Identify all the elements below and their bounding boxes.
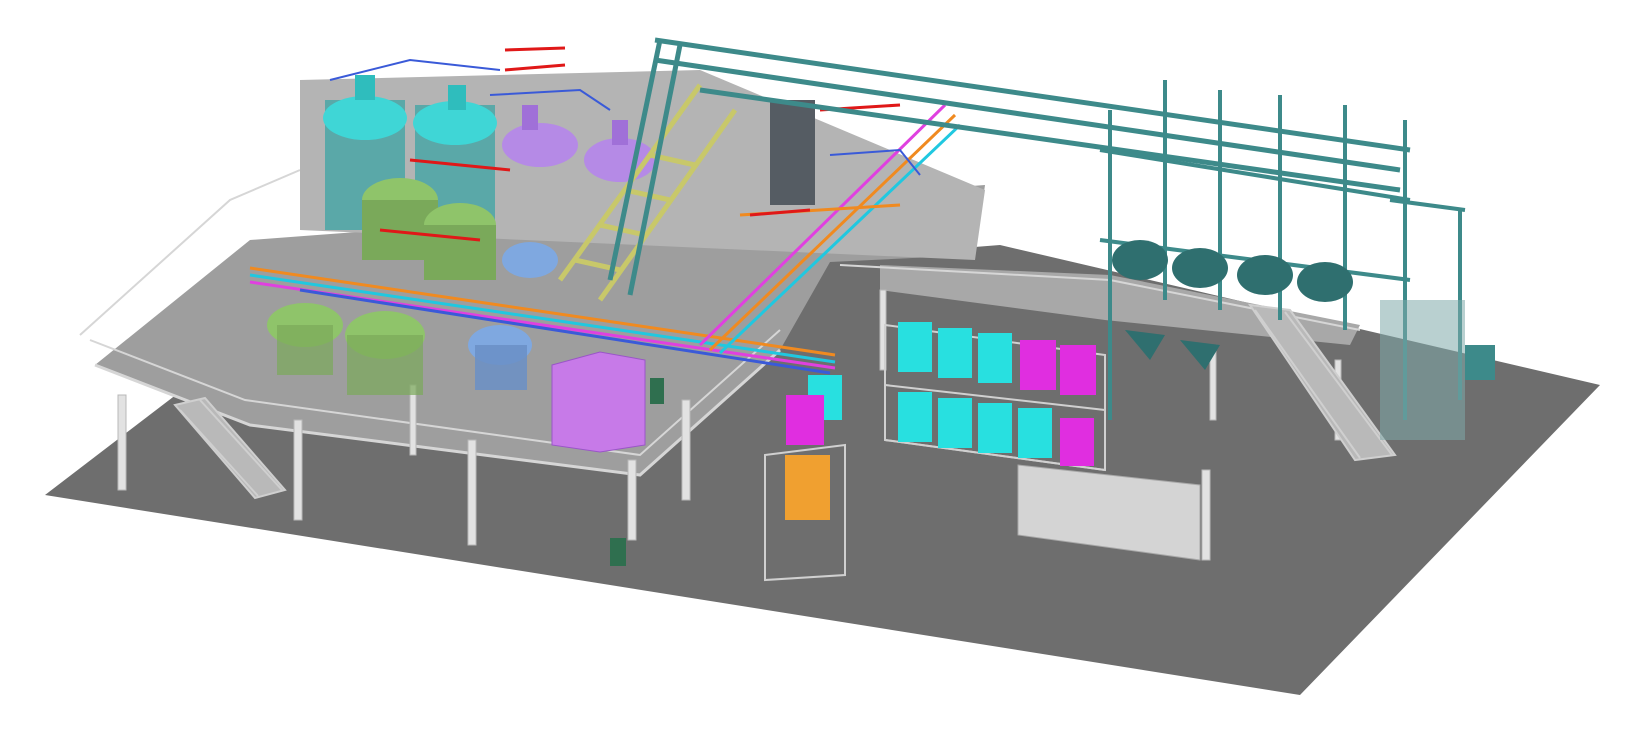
dark-vessel [770, 100, 815, 205]
reactor-blue-2 [468, 325, 532, 390]
mesh-cage [1380, 300, 1465, 440]
right-motor [1465, 345, 1495, 380]
reactor-green-4 [345, 311, 425, 395]
reactor-green-3 [267, 303, 343, 375]
reactor-green-2 [424, 203, 496, 280]
plant-3d-model [45, 37, 1600, 695]
violet-cabinet [551, 351, 646, 453]
reactor-blue-1 [502, 242, 558, 278]
